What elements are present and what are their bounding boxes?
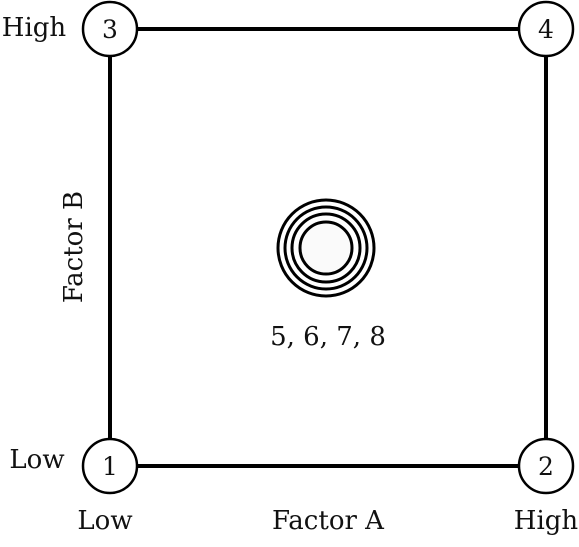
factor-a-axis-label: Factor A	[272, 506, 385, 536]
corner-label: 2	[538, 452, 554, 481]
center-runs-label: 5, 6, 7, 8	[270, 322, 386, 352]
factor-a-high-label: High	[514, 506, 579, 536]
corner-node-1: 1	[81, 437, 139, 495]
factor-a-low-label: Low	[77, 506, 132, 536]
corner-node-4: 4	[517, 0, 575, 58]
center-point	[276, 198, 376, 298]
corner-label: 3	[102, 15, 118, 44]
corner-node-2: 2	[517, 437, 575, 495]
factor-b-low-label: Low	[9, 445, 64, 475]
corner-label: 1	[102, 452, 118, 481]
factor-b-axis-label: Factor B	[59, 191, 89, 303]
factorial-design-diagram: 3 4 1 2 5, 6, 7, 8 High Low Factor B Low…	[2, 0, 579, 536]
factor-b-high-label: High	[2, 13, 67, 43]
center-ring-inner	[298, 220, 354, 276]
corner-node-3: 3	[81, 0, 139, 58]
corner-label: 4	[538, 15, 554, 44]
